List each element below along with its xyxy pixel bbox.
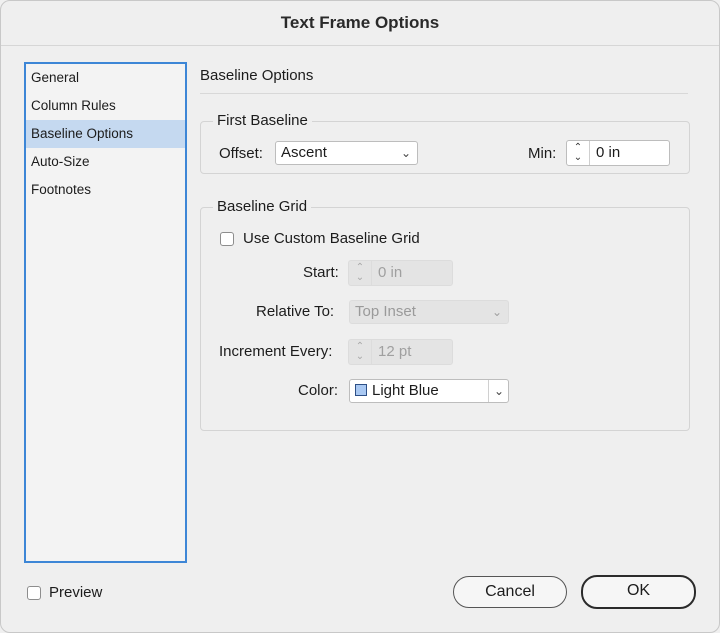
stepper-arrows-icon: ⌃ ⌄	[349, 340, 372, 364]
sidebar-item-general[interactable]: General	[26, 64, 185, 92]
start-label: Start:	[303, 264, 339, 281]
chevron-down-icon: ⌄	[400, 146, 411, 160]
relative-to-value: Top Inset	[355, 303, 416, 320]
relative-to-dropdown[interactable]: Top Inset ⌄	[349, 300, 509, 324]
min-value[interactable]: 0 in	[590, 141, 669, 165]
offset-value: Ascent	[281, 144, 327, 161]
start-stepper[interactable]: ⌃ ⌄ 0 in	[348, 260, 453, 286]
stepper-arrows-icon: ⌃ ⌄	[349, 261, 372, 285]
sidebar: General Column Rules Baseline Options Au…	[24, 62, 187, 563]
color-dropdown[interactable]: Light Blue ⌄	[349, 379, 509, 403]
section-title: Baseline Options	[200, 67, 314, 84]
ok-button[interactable]: OK	[581, 575, 696, 609]
first-baseline-title: First Baseline	[213, 112, 312, 129]
sidebar-item-auto-size[interactable]: Auto-Size	[26, 148, 185, 176]
color-value: Light Blue	[372, 382, 439, 399]
start-value: 0 in	[378, 264, 403, 281]
cancel-button[interactable]: Cancel	[453, 576, 567, 608]
increment-every-label: Increment Every:	[219, 343, 333, 360]
sidebar-item-baseline-options[interactable]: Baseline Options	[26, 120, 185, 148]
chevron-down-icon: ⌄	[491, 305, 502, 319]
preview-label[interactable]: Preview	[49, 584, 102, 601]
color-label: Color:	[298, 382, 339, 399]
use-custom-baseline-grid-checkbox[interactable]	[220, 232, 234, 246]
sidebar-item-column-rules[interactable]: Column Rules	[26, 92, 185, 120]
increment-every-stepper[interactable]: ⌃ ⌄ 12 pt	[348, 339, 453, 365]
section-divider	[200, 93, 688, 94]
min-label: Min:	[528, 145, 557, 162]
min-stepper[interactable]: ⌃ ⌄ 0 in	[566, 140, 670, 166]
dialog-title: Text Frame Options	[1, 1, 719, 46]
increment-every-value: 12 pt	[378, 343, 412, 360]
text-frame-options-dialog: Text Frame Options General Column Rules …	[0, 0, 720, 633]
relative-to-label: Relative To:	[256, 303, 335, 320]
preview-checkbox[interactable]	[27, 586, 41, 600]
chevron-down-icon: ⌄	[487, 380, 504, 402]
use-custom-baseline-grid-label[interactable]: Use Custom Baseline Grid	[243, 230, 420, 247]
color-swatch	[355, 384, 367, 396]
stepper-arrows-icon[interactable]: ⌃ ⌄	[567, 141, 590, 165]
sidebar-item-footnotes[interactable]: Footnotes	[26, 176, 185, 204]
offset-label: Offset:	[219, 145, 263, 162]
baseline-grid-title: Baseline Grid	[213, 198, 312, 215]
offset-dropdown[interactable]: Ascent ⌄	[275, 141, 418, 165]
